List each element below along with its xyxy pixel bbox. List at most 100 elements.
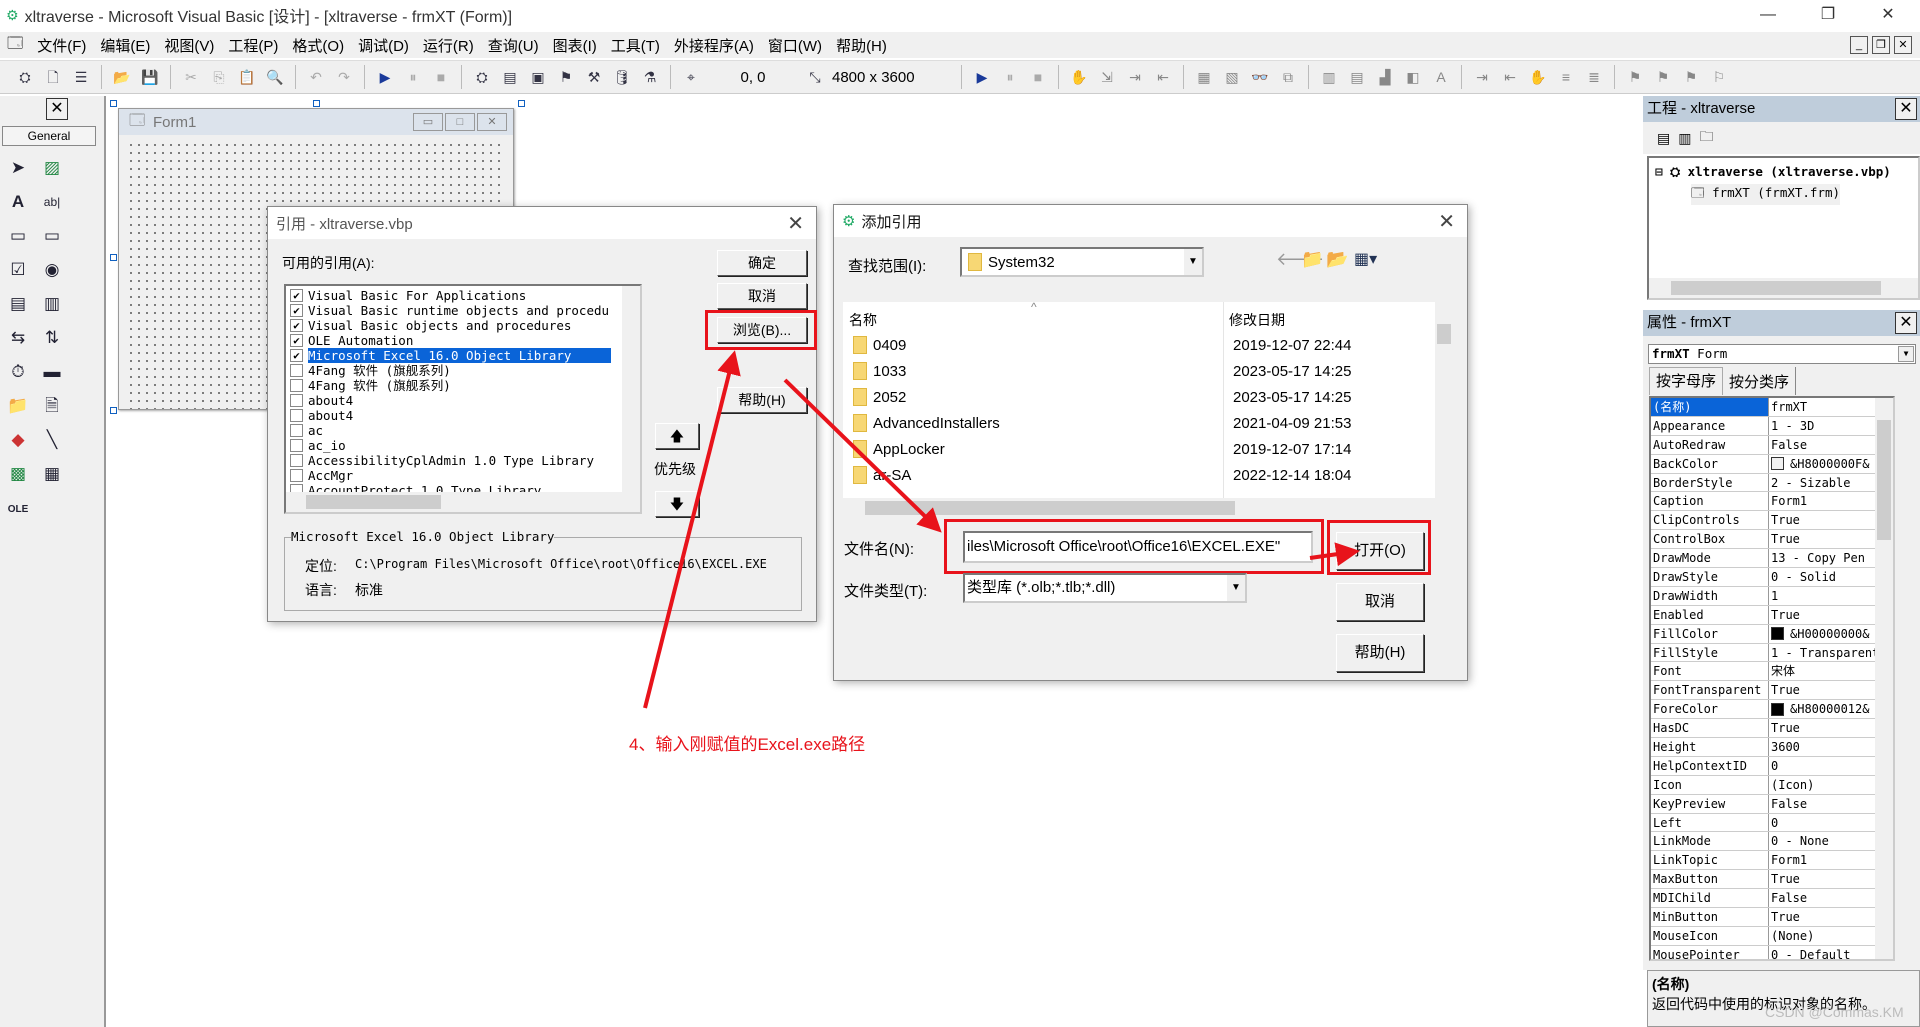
property-value[interactable]: 0 bbox=[1769, 757, 1877, 775]
reference-item[interactable]: AccessibilityCplAdmin 1.0 Type Library bbox=[286, 453, 611, 468]
align-icon[interactable]: ▥ bbox=[1318, 66, 1340, 88]
property-row[interactable]: BorderStyle 2 - Sizable bbox=[1651, 473, 1877, 493]
property-value[interactable]: True bbox=[1769, 719, 1877, 737]
step-out-icon[interactable]: ⇤ bbox=[1152, 66, 1174, 88]
pointer-tool-icon[interactable]: ➤ bbox=[4, 154, 32, 182]
file-list-hscrollbar[interactable] bbox=[843, 498, 1453, 518]
menu-diagram[interactable]: 图表(I) bbox=[546, 35, 604, 56]
properties-grid[interactable]: (名称) frmXT Appearance 1 - 3D AutoRedraw False… bbox=[1649, 396, 1895, 961]
filelistbox-tool-icon[interactable]: 🗎 bbox=[38, 392, 66, 420]
resize-handle[interactable] bbox=[110, 407, 117, 414]
property-value[interactable]: 1 - Transparent bbox=[1769, 644, 1877, 662]
mdi-close-button[interactable]: ✕ bbox=[1894, 36, 1912, 54]
property-row[interactable]: ControlBox True bbox=[1651, 530, 1877, 550]
menu-window[interactable]: 窗口(W) bbox=[761, 35, 829, 56]
mdi-restore-button[interactable]: ❐ bbox=[1872, 36, 1890, 54]
hscrollbar-tool-icon[interactable]: ⇆ bbox=[4, 324, 32, 352]
run-icon-2[interactable]: ▶ bbox=[971, 66, 993, 88]
immediate-icon[interactable]: ▧ bbox=[1221, 66, 1243, 88]
menu-addins[interactable]: 外接程序(A) bbox=[667, 35, 761, 56]
property-row[interactable]: Appearance 1 - 3D bbox=[1651, 416, 1877, 436]
reference-checkbox[interactable]: ✔ bbox=[290, 289, 303, 302]
property-row[interactable]: FillStyle 1 - Transparent bbox=[1651, 643, 1877, 663]
close-button[interactable]: ✕ bbox=[1860, 0, 1916, 30]
resize-handle[interactable] bbox=[110, 254, 117, 261]
drivelistbox-tool-icon[interactable]: ▬ bbox=[38, 358, 66, 386]
step-into-icon[interactable]: ⇲ bbox=[1096, 66, 1118, 88]
properties-window-icon[interactable]: ▤ bbox=[499, 66, 521, 88]
property-value[interactable]: True bbox=[1769, 511, 1877, 529]
open-icon[interactable]: 📂 bbox=[111, 66, 133, 88]
file-list[interactable]: 名称 ^ 修改日期 0409 2019-12-07 22:44 1033 2023-0… bbox=[843, 300, 1453, 518]
column-name[interactable]: 名称 bbox=[849, 310, 877, 330]
menu-debug[interactable]: 调试(D) bbox=[351, 35, 416, 56]
collapse-icon[interactable]: ⊟ bbox=[1655, 164, 1663, 179]
file-list-vscrollbar[interactable] bbox=[1435, 302, 1453, 498]
view-object-icon[interactable]: ▥ bbox=[1678, 130, 1691, 147]
menu-editor-icon[interactable]: ☰ bbox=[70, 66, 92, 88]
shape-tool-icon[interactable]: ◆ bbox=[4, 426, 32, 454]
priority-up-button[interactable]: 🡅 bbox=[655, 423, 699, 449]
property-row[interactable]: MouseIcon (None) bbox=[1651, 926, 1877, 946]
resize-handle[interactable] bbox=[313, 100, 320, 107]
next-bookmark-icon[interactable]: ⚑ bbox=[1652, 66, 1674, 88]
reference-item[interactable]: ✔ Visual Basic For Applications bbox=[286, 288, 611, 303]
property-row[interactable]: Caption Form1 bbox=[1651, 492, 1877, 512]
menu-format[interactable]: 格式(O) bbox=[285, 35, 351, 56]
references-dialog-close-button[interactable]: ✕ bbox=[787, 211, 804, 236]
menu-run[interactable]: 运行(R) bbox=[416, 35, 481, 56]
toggle-folders-icon[interactable]: 🗀 bbox=[1699, 126, 1713, 150]
property-row[interactable]: FillColor &H00000000& bbox=[1651, 624, 1877, 644]
column-modified[interactable]: 修改日期 bbox=[1229, 310, 1285, 330]
property-row[interactable]: KeyPreview False bbox=[1651, 794, 1877, 814]
font-size-icon[interactable]: A bbox=[1430, 66, 1452, 88]
property-value[interactable]: &H00000000& bbox=[1769, 625, 1877, 643]
property-value[interactable]: True bbox=[1769, 908, 1877, 926]
copy-icon[interactable]: ⎘ bbox=[208, 66, 230, 88]
cancel-button[interactable]: 取消 bbox=[717, 283, 807, 309]
form-layout-icon[interactable]: ▣ bbox=[527, 66, 549, 88]
property-row[interactable]: (名称) frmXT bbox=[1651, 398, 1877, 417]
indent-icon[interactable]: ⇥ bbox=[1471, 66, 1493, 88]
property-row[interactable]: ClipControls True bbox=[1651, 511, 1877, 531]
property-value[interactable]: True bbox=[1769, 870, 1877, 888]
property-row[interactable]: LinkMode 0 - None bbox=[1651, 832, 1877, 852]
help-button[interactable]: 帮助(H) bbox=[717, 387, 807, 413]
pause-icon[interactable]: ⏸ bbox=[402, 66, 424, 88]
reference-item[interactable]: ac bbox=[286, 423, 611, 438]
project-hscrollbar[interactable] bbox=[1649, 278, 1918, 298]
toolbox-icon[interactable]: ⚒ bbox=[583, 66, 605, 88]
property-row[interactable]: MDIChild False bbox=[1651, 889, 1877, 909]
property-value[interactable]: &H8000000F& bbox=[1769, 455, 1877, 473]
stop-icon[interactable]: ■ bbox=[430, 66, 452, 88]
look-in-select[interactable]: System32 ▼ bbox=[960, 247, 1204, 277]
property-value[interactable]: 宋体 bbox=[1769, 662, 1877, 680]
ole-tool-icon[interactable]: OLE bbox=[4, 496, 32, 524]
chevron-down-icon[interactable]: ▼ bbox=[1184, 249, 1202, 275]
file-row[interactable]: 1033 2023-05-17 14:25 bbox=[853, 358, 1433, 384]
restore-button[interactable]: ❐ bbox=[1800, 0, 1856, 30]
object-browser-icon[interactable]: ⚑ bbox=[555, 66, 577, 88]
property-row[interactable]: DrawStyle 0 - Solid bbox=[1651, 568, 1877, 587]
filetype-select[interactable]: 类型库 (*.olb;*.tlb;*.dll) ▼ bbox=[963, 573, 1247, 603]
help-button[interactable]: 帮助(H) bbox=[1336, 634, 1424, 672]
property-value[interactable]: frmXT bbox=[1769, 398, 1877, 416]
chevron-down-icon[interactable]: ▼ bbox=[1898, 346, 1914, 362]
reference-item[interactable]: 4Fang 软件 (旗舰系列) bbox=[286, 363, 611, 378]
property-row[interactable]: DrawWidth 1 bbox=[1651, 586, 1877, 606]
comment-icon[interactable]: ≡ bbox=[1555, 66, 1577, 88]
property-row[interactable]: MinButton True bbox=[1651, 908, 1877, 927]
file-row[interactable]: 2052 2023-05-17 14:25 bbox=[853, 384, 1433, 410]
reference-checkbox[interactable] bbox=[290, 409, 303, 422]
resize-handle[interactable] bbox=[110, 100, 117, 107]
property-value[interactable]: 0 - Default bbox=[1769, 946, 1877, 959]
add-reference-close-button[interactable]: ✕ bbox=[1438, 209, 1455, 234]
reference-item[interactable]: about4 bbox=[286, 393, 611, 408]
reference-checkbox[interactable] bbox=[290, 439, 303, 452]
cancel-button[interactable]: 取消 bbox=[1336, 583, 1424, 621]
toolbox-close-button[interactable]: ✕ bbox=[46, 98, 68, 120]
cut-icon[interactable]: ✂ bbox=[180, 66, 202, 88]
prev-bookmark-icon[interactable]: ⚑ bbox=[1680, 66, 1702, 88]
project-explorer-icon[interactable]: ⛭ bbox=[471, 66, 493, 88]
combobox-tool-icon[interactable]: ▤ bbox=[4, 290, 32, 318]
